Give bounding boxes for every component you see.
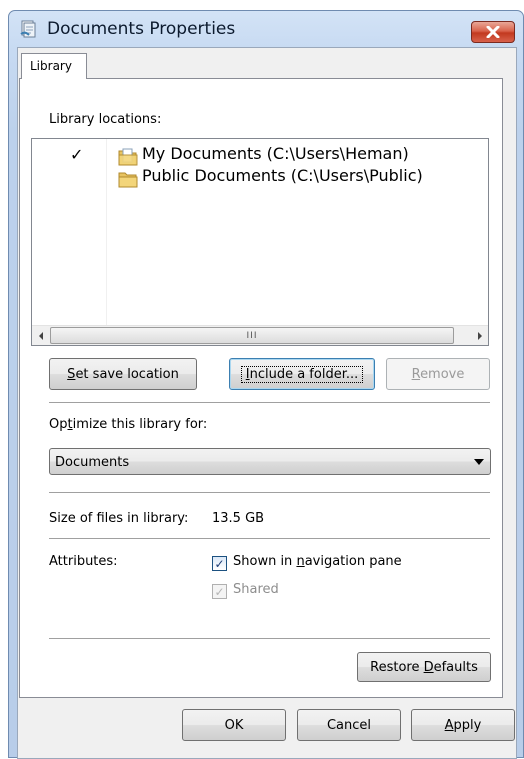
optimize-selected-value: Documents xyxy=(55,455,130,470)
shared-checkbox[interactable]: ✓ xyxy=(212,584,227,599)
chevron-right-icon xyxy=(477,331,482,340)
divider xyxy=(49,538,490,539)
window-title: Documents Properties xyxy=(47,19,236,39)
ok-button[interactable]: OK xyxy=(182,709,286,741)
divider xyxy=(49,402,490,403)
folder-icon xyxy=(118,172,138,188)
list-item[interactable]: Public Documents (C:\Users\Public) xyxy=(32,161,488,188)
chevron-down-icon xyxy=(474,459,484,465)
shown-in-nav-checkbox[interactable]: ✓ xyxy=(212,556,227,571)
include-folder-label: Include a folder... xyxy=(240,365,364,383)
tab-library[interactable]: Library xyxy=(21,53,87,79)
checkmark-icon: ✓ xyxy=(214,556,225,571)
title-bar[interactable]: Documents Properties xyxy=(9,11,523,51)
list-item[interactable]: ✓ My Documents (C:\Users\Heman) xyxy=(32,139,488,166)
remove-button[interactable]: Remove xyxy=(386,358,490,390)
ok-label: OK xyxy=(224,717,244,733)
scroll-right-button[interactable] xyxy=(471,326,488,345)
library-documents-icon xyxy=(20,20,36,38)
apply-label: Apply xyxy=(444,717,482,733)
apply-button[interactable]: Apply xyxy=(411,709,515,741)
checkmark-icon: ✓ xyxy=(214,584,225,599)
divider xyxy=(49,638,490,639)
location-name: Public Documents (C:\Users\Public) xyxy=(142,166,423,185)
optimize-label: Optimize this library for: xyxy=(49,417,208,432)
close-button[interactable] xyxy=(471,21,515,43)
horizontal-scrollbar[interactable]: III xyxy=(32,325,488,345)
attributes-label: Attributes: xyxy=(49,554,118,569)
include-folder-button[interactable]: Include a folder... xyxy=(229,358,375,390)
set-save-location-button[interactable]: Set save location xyxy=(49,358,197,390)
cancel-label: Cancel xyxy=(326,717,372,733)
restore-defaults-button[interactable]: Restore Defaults xyxy=(357,652,491,682)
library-locations-label: Library locations: xyxy=(49,112,162,127)
size-label: Size of files in library: xyxy=(49,511,189,526)
scroll-left-button[interactable] xyxy=(32,326,49,345)
scroll-thumb[interactable]: III xyxy=(50,327,454,344)
divider xyxy=(49,492,490,493)
close-icon xyxy=(486,26,500,38)
cancel-button[interactable]: Cancel xyxy=(297,709,401,741)
tab-library-label: Library xyxy=(30,59,72,73)
size-value: 13.5 GB xyxy=(212,511,265,526)
set-save-location-label: Set save location xyxy=(67,366,179,382)
chevron-left-icon xyxy=(38,331,43,340)
optimize-select[interactable]: Documents xyxy=(49,448,491,475)
library-locations-list[interactable]: ✓ My Documents (C:\Users\Heman) Public D… xyxy=(31,138,489,346)
shown-in-nav-label[interactable]: Shown in navigation pane xyxy=(233,554,402,569)
shared-label: Shared xyxy=(233,582,279,597)
restore-defaults-label: Restore Defaults xyxy=(370,659,478,675)
remove-label: Remove xyxy=(411,366,465,382)
scroll-grip: III xyxy=(246,330,258,341)
